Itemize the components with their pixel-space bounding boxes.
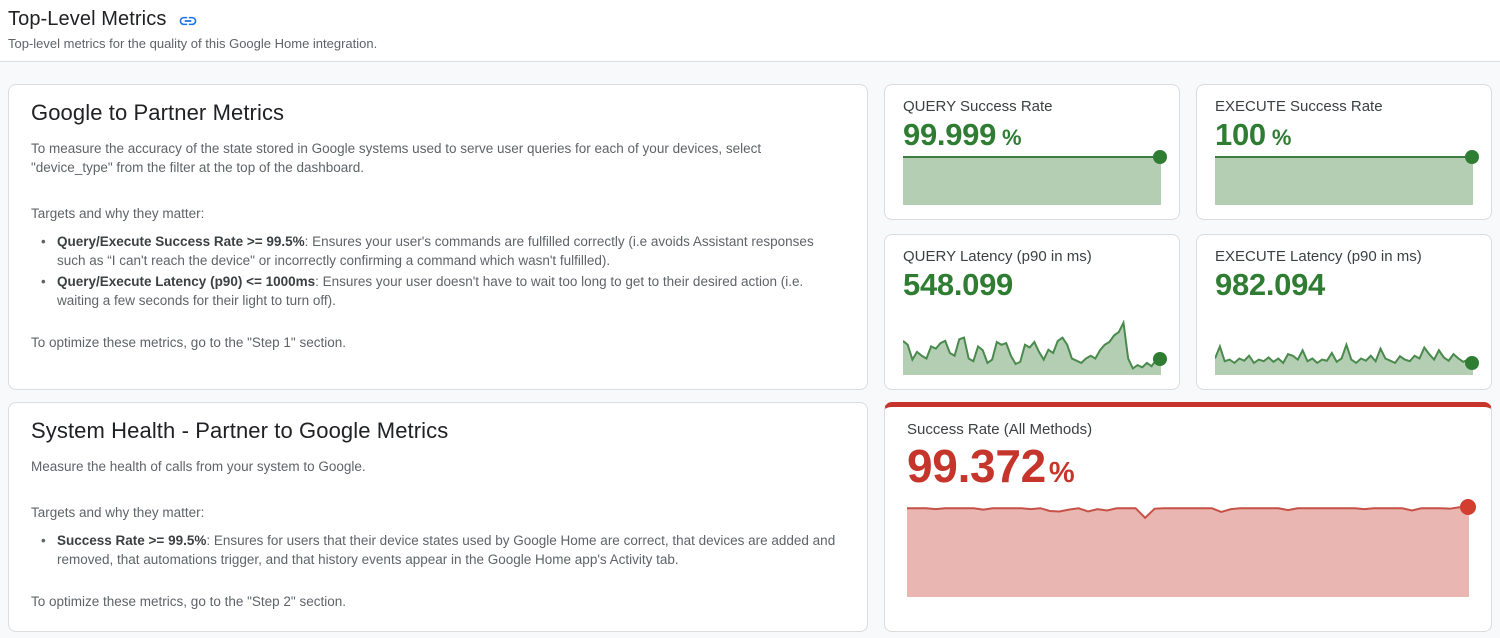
metric-card-execute-success-rate: EXECUTE Success Rate 100 % [1196, 84, 1492, 220]
list-item: Query/Execute Success Rate >= 99.5%: Ens… [41, 232, 845, 270]
metric-unit: % [1002, 125, 1022, 150]
page-header: Top-Level Metrics Top-level metrics for … [0, 0, 1500, 62]
metric-card-success-rate-all-methods: Success Rate (All Methods) 99.372 % [884, 402, 1492, 632]
metric-value: 99.999 % [903, 117, 1161, 153]
metric-label: Success Rate (All Methods) [907, 421, 1469, 438]
metric-card-query-latency: QUERY Latency (p90 in ms) 548.099 [884, 234, 1180, 390]
metrics-dashboard: Google to Partner Metrics To measure the… [0, 62, 1500, 638]
metric-label: QUERY Latency (p90 in ms) [903, 248, 1161, 265]
sparkline-end-dot [1465, 150, 1479, 164]
card-footer-note: To optimize these metrics, go to the "St… [31, 333, 845, 352]
sparkline-execute-latency [1215, 320, 1473, 375]
metric-unit: % [1049, 457, 1075, 490]
metric-unit: % [1272, 125, 1292, 150]
targets-list: Query/Execute Success Rate >= 99.5%: Ens… [41, 232, 845, 310]
card-title: System Health - Partner to Google Metric… [31, 418, 845, 444]
card-intro: Measure the health of calls from your sy… [31, 457, 845, 476]
metric-number: 982.094 [1215, 267, 1325, 303]
metric-card-query-success-rate: QUERY Success Rate 99.999 % [884, 84, 1180, 220]
mini-metric-grid: QUERY Success Rate 99.999 % EXECUTE Succ… [884, 84, 1492, 390]
sparkline-query-latency [903, 320, 1161, 375]
targets-heading: Targets and why they matter: [31, 503, 845, 522]
bullet-lead: Success Rate >= 99.5% [57, 533, 206, 548]
sparkline-end-dot [1465, 356, 1479, 370]
metric-card-execute-latency: EXECUTE Latency (p90 in ms) 982.094 [1196, 234, 1492, 390]
sparkline-end-dot [1153, 150, 1167, 164]
card-title: Google to Partner Metrics [31, 100, 845, 126]
list-item: Query/Execute Latency (p90) <= 1000ms: E… [41, 272, 845, 310]
card-system-health: System Health - Partner to Google Metric… [8, 402, 868, 632]
sparkline-end-dot [1153, 352, 1167, 366]
page-subtitle: Top-level metrics for the quality of thi… [8, 36, 1492, 51]
metric-number: 99.999 [903, 117, 996, 153]
card-intro: To measure the accuracy of the state sto… [31, 139, 845, 177]
card-footer-note: To optimize these metrics, go to the "St… [31, 592, 845, 611]
metric-label: EXECUTE Latency (p90 in ms) [1215, 248, 1473, 265]
metric-value: 100 % [1215, 117, 1473, 153]
anchor-link-icon[interactable] [178, 11, 198, 31]
metric-number: 99.372 [907, 440, 1046, 493]
metric-value: 548.099 [903, 267, 1161, 303]
metric-number: 548.099 [903, 267, 1013, 303]
bullet-lead: Query/Execute Latency (p90) <= 1000ms [57, 274, 315, 289]
metric-value: 982.094 [1215, 267, 1473, 303]
targets-heading: Targets and why they matter: [31, 204, 845, 223]
metric-label: EXECUTE Success Rate [1215, 98, 1473, 115]
metric-label: QUERY Success Rate [903, 98, 1161, 115]
sparkline-success-rate-all-methods [907, 505, 1469, 597]
bullet-lead: Query/Execute Success Rate >= 99.5% [57, 234, 305, 249]
list-item: Success Rate >= 99.5%: Ensures for users… [41, 531, 845, 569]
title-row: Top-Level Metrics [8, 8, 1492, 31]
metric-number: 100 [1215, 117, 1266, 153]
sparkline-query-success-rate [903, 155, 1161, 205]
sparkline-end-dot [1460, 499, 1476, 515]
metric-value: 99.372 % [907, 440, 1469, 493]
card-google-to-partner-metrics: Google to Partner Metrics To measure the… [8, 84, 868, 390]
page-title: Top-Level Metrics [8, 8, 166, 31]
targets-list: Success Rate >= 99.5%: Ensures for users… [41, 531, 845, 569]
sparkline-execute-success-rate [1215, 155, 1473, 205]
